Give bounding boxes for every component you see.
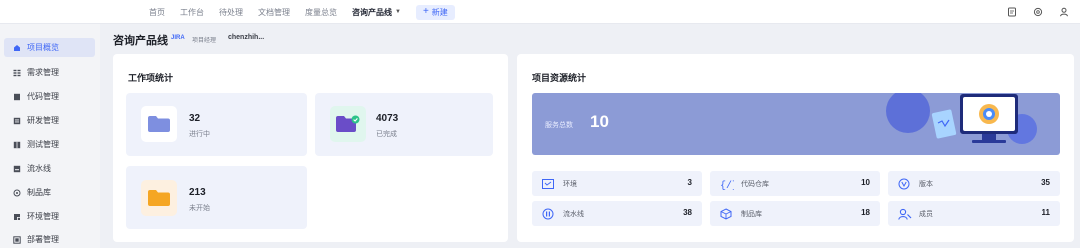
artifact-icon — [13, 189, 21, 197]
nav-docs[interactable]: 文档管理 — [258, 7, 290, 18]
stat-value: 213 — [189, 187, 206, 198]
stat-label: 进行中 — [189, 131, 210, 138]
project-tag: JIRA — [171, 35, 185, 41]
nav-workbench[interactable]: 工作台 — [180, 7, 204, 18]
sidebar-item-artifact[interactable]: 制品库 — [4, 183, 95, 202]
sidebar-item-label: 流水线 — [27, 164, 51, 173]
project-overview-icon — [13, 44, 21, 52]
sidebar-item-label: 项目概览 — [27, 43, 59, 52]
code-icon — [13, 93, 21, 101]
stat-card-completed[interactable]: 4073 已完成 — [315, 93, 493, 156]
top-navigation-bar: 首页 工作台 待处理 文档管理 度量总览 咨询产品线 ▼ + 新建 — [0, 0, 1080, 24]
resource-item-environment[interactable]: 环境 3 — [532, 171, 702, 196]
stat-value: 32 — [189, 113, 201, 124]
work-stats-panel: 工作项统计 32 进行中 4073 已完成 213 未开始 — [113, 54, 508, 242]
total-services-label: 服务总数 — [545, 122, 573, 129]
stat-value: 4073 — [376, 113, 399, 124]
resource-value: 38 — [683, 208, 692, 217]
resource-item-members[interactable]: 成员 11 — [888, 201, 1060, 226]
environment-icon — [13, 213, 21, 221]
sidebar-item-project-overview[interactable]: 项目概览 — [4, 38, 95, 57]
version-icon — [898, 178, 910, 190]
project-owner: chenzhih... — [228, 34, 265, 41]
project-switcher-label: 咨询产品线 — [352, 7, 392, 17]
project-type: 项目经理 — [192, 38, 217, 44]
deploy-icon — [13, 235, 21, 244]
work-stats-title: 工作项统计 — [128, 73, 174, 83]
resource-value: 10 — [861, 178, 870, 187]
sidebar-item-requirements[interactable]: 需求管理 — [4, 63, 95, 82]
resource-value: 3 — [687, 178, 692, 187]
stat-card-in-progress[interactable]: 32 进行中 — [126, 93, 307, 156]
resource-label: 制品库 — [741, 211, 762, 218]
nav-home[interactable]: 首页 — [149, 7, 165, 18]
sidebar-item-deploy[interactable]: 部署管理 — [4, 230, 95, 248]
resource-item-version[interactable]: 版本 35 — [888, 171, 1060, 196]
requirements-icon — [13, 69, 21, 77]
chevron-down-icon: ▼ — [395, 9, 401, 15]
env-icon — [542, 178, 554, 190]
sidebar-item-pipeline[interactable]: 流水线 — [4, 159, 95, 178]
pipeline-icon — [542, 208, 554, 220]
sidebar-item-label: 部署管理 — [27, 235, 59, 244]
nav-todo[interactable]: 待处理 — [219, 7, 243, 18]
resource-item-pipeline[interactable]: 流水线 38 — [532, 201, 702, 226]
sidebar: 项目概览 需求管理 代码管理 研发管理 测试管理 流水线 制品库 环境管理 部署… — [0, 24, 100, 248]
sidebar-item-dev[interactable]: 研发管理 — [4, 111, 95, 130]
sidebar-item-environment[interactable]: 环境管理 — [4, 207, 95, 226]
sidebar-item-label: 代码管理 — [27, 92, 59, 101]
sidebar-item-test[interactable]: 测试管理 — [4, 135, 95, 154]
settings-icon[interactable] — [1032, 6, 1044, 18]
stat-card-not-started[interactable]: 213 未开始 — [126, 166, 307, 229]
resource-label: 流水线 — [563, 211, 584, 218]
document-icon[interactable] — [1006, 6, 1018, 18]
project-title: 咨询产品线 — [113, 35, 168, 47]
sidebar-item-label: 研发管理 — [27, 116, 59, 125]
test-icon — [13, 141, 21, 149]
main-nav: 首页 工作台 待处理 文档管理 度量总览 咨询产品线 ▼ + 新建 — [149, 0, 455, 24]
top-icons — [992, 0, 1070, 24]
resource-item-code-repo[interactable]: {/} 代码仓库 10 — [710, 171, 880, 196]
resource-label: 环境 — [563, 181, 577, 188]
resource-value: 18 — [861, 208, 870, 217]
folder-icon — [141, 106, 177, 142]
sidebar-item-code[interactable]: 代码管理 — [4, 87, 95, 106]
project-switcher[interactable]: 咨询产品线 ▼ — [352, 7, 401, 18]
sidebar-item-label: 环境管理 — [27, 212, 59, 221]
artifact-icon — [720, 208, 732, 220]
resource-label: 成员 — [919, 211, 933, 218]
folder-icon — [141, 180, 177, 216]
resource-label: 代码仓库 — [741, 181, 769, 188]
new-button-label: 新建 — [431, 7, 448, 17]
monitor-illustration — [886, 93, 1037, 144]
code-repo-icon: {/} — [720, 178, 734, 190]
total-services-banner: 服务总数 10 — [532, 93, 1060, 155]
resource-label: 版本 — [919, 181, 933, 188]
sidebar-item-label: 制品库 — [27, 188, 51, 197]
resource-value: 11 — [1041, 208, 1050, 217]
folder-check-icon — [330, 106, 366, 142]
resource-stats-title: 项目资源统计 — [532, 73, 587, 83]
resource-item-artifact[interactable]: 制品库 18 — [710, 201, 880, 226]
stat-label: 未开始 — [189, 205, 210, 212]
nav-metrics[interactable]: 度量总览 — [305, 7, 337, 18]
resource-value: 35 — [1041, 178, 1050, 187]
stat-label: 已完成 — [376, 131, 397, 138]
svg-text:{/}: {/} — [720, 180, 734, 190]
sidebar-item-label: 测试管理 — [27, 140, 59, 149]
user-icon[interactable] — [1058, 6, 1070, 18]
new-button[interactable]: + 新建 — [415, 4, 455, 20]
total-services-value: 10 — [590, 112, 609, 131]
dev-icon — [13, 117, 21, 125]
members-icon — [898, 208, 912, 220]
plus-icon: + — [422, 6, 429, 17]
pipeline-icon — [13, 165, 21, 173]
sidebar-item-label: 需求管理 — [27, 68, 59, 77]
